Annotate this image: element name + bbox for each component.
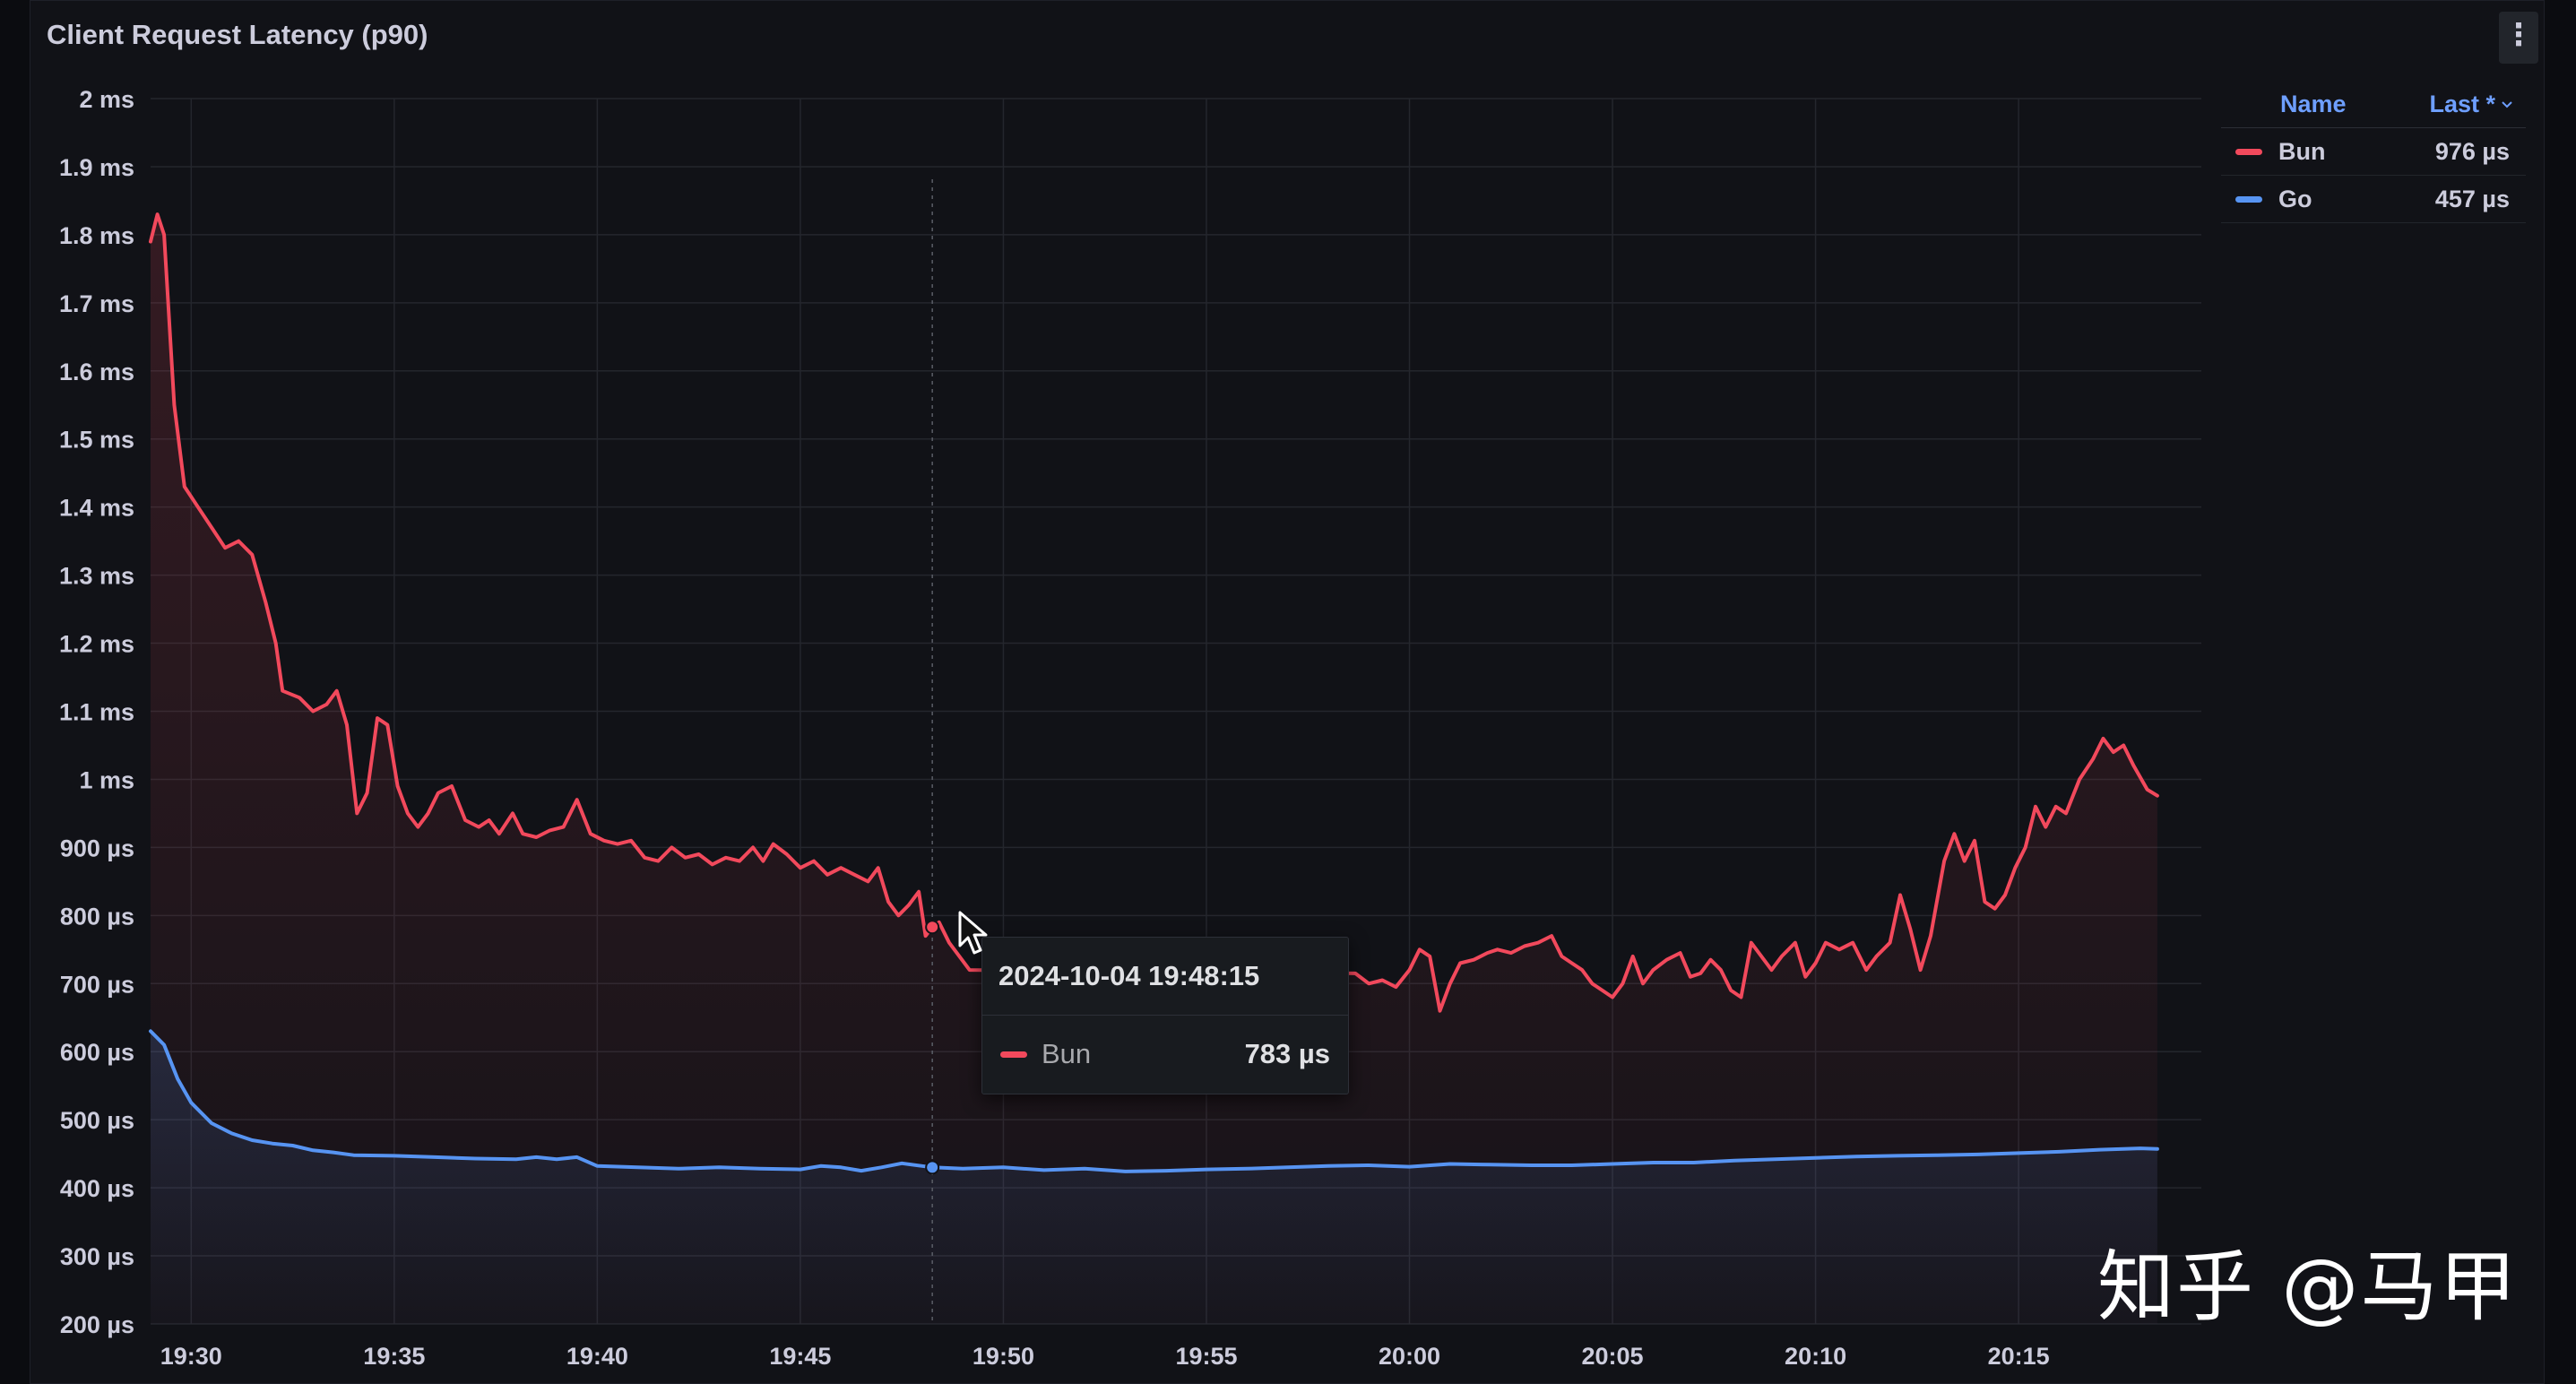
legend-item-go[interactable]: Go 457 µs xyxy=(2221,176,2526,223)
y-tick-label: 1 ms xyxy=(79,766,134,793)
legend-item-name: Bun xyxy=(2278,137,2326,165)
y-tick-label: 2 ms xyxy=(79,86,134,113)
x-tick-label: 20:00 xyxy=(1379,1343,1440,1370)
legend-item-last: 976 µs xyxy=(2434,137,2510,165)
mouse-pointer-icon xyxy=(958,911,988,955)
legend-name-header[interactable]: Name xyxy=(2280,91,2347,118)
x-tick-label: 19:30 xyxy=(160,1343,222,1370)
x-tick-label: 19:35 xyxy=(363,1343,425,1370)
legend-last-label: Last * xyxy=(2429,91,2495,117)
x-tick-label: 20:10 xyxy=(1785,1343,1846,1370)
legend-last-header[interactable]: Last * xyxy=(2429,91,2513,118)
y-tick-label: 600 µs xyxy=(60,1039,134,1066)
x-tick-label: 20:05 xyxy=(1582,1343,1644,1370)
watermark: 知乎 @马甲 xyxy=(2097,1242,2519,1332)
hover-point-go xyxy=(925,1160,940,1175)
y-tick-label: 1.9 ms xyxy=(59,154,134,181)
tooltip-row: Bun 783 µs xyxy=(982,1016,1348,1093)
chevron-down-icon xyxy=(2502,100,2512,108)
series-color-swatch xyxy=(2235,195,2262,203)
series-color-swatch xyxy=(2235,148,2262,155)
y-tick-label: 300 µs xyxy=(60,1243,134,1270)
tooltip-value: 783 µs xyxy=(1244,1038,1330,1069)
hover-tooltip: 2024-10-04 19:48:15 Bun 783 µs xyxy=(981,937,1349,1094)
tooltip-series-name: Bun xyxy=(1042,1038,1092,1069)
y-tick-label: 1.8 ms xyxy=(59,222,134,249)
x-tick-label: 20:15 xyxy=(1988,1343,2050,1370)
x-tick-label: 19:40 xyxy=(566,1343,628,1370)
legend-header: Name Last * xyxy=(2221,85,2526,128)
x-tick-label: 19:50 xyxy=(972,1343,1034,1370)
legend-item-bun[interactable]: Bun 976 µs xyxy=(2221,128,2526,176)
y-tick-label: 1.2 ms xyxy=(59,631,134,658)
y-tick-label: 1.4 ms xyxy=(59,495,134,522)
y-tick-label: 900 µs xyxy=(60,835,134,861)
legend: Name Last * Bun 976 µs Go 457 µs xyxy=(2221,85,2526,223)
y-tick-label: 1.6 ms xyxy=(59,359,134,385)
y-tick-label: 200 µs xyxy=(60,1311,134,1338)
legend-item-last: 457 µs xyxy=(2434,185,2510,212)
tooltip-time: 2024-10-04 19:48:15 xyxy=(982,938,1348,1016)
latency-chart[interactable]: 2 ms 1.9 ms 1.8 ms 1.7 ms 1.6 ms 1.5 ms 1.4 ms… xyxy=(0,0,2576,1384)
x-tick-label: 19:45 xyxy=(769,1343,831,1370)
y-tick-label: 700 µs xyxy=(60,971,134,998)
y-tick-label: 800 µs xyxy=(60,903,134,930)
y-tick-label: 1.5 ms xyxy=(59,427,134,454)
hover-point-bun xyxy=(925,920,940,935)
y-tick-label: 1.3 ms xyxy=(59,563,134,590)
y-tick-label: 1.1 ms xyxy=(59,699,134,726)
y-tick-label: 500 µs xyxy=(60,1107,134,1134)
series-color-swatch xyxy=(1000,1051,1027,1058)
y-tick-label: 1.7 ms xyxy=(59,290,134,317)
legend-item-name: Go xyxy=(2278,185,2312,212)
x-tick-label: 19:55 xyxy=(1175,1343,1237,1370)
y-tick-label: 400 µs xyxy=(60,1175,134,1202)
